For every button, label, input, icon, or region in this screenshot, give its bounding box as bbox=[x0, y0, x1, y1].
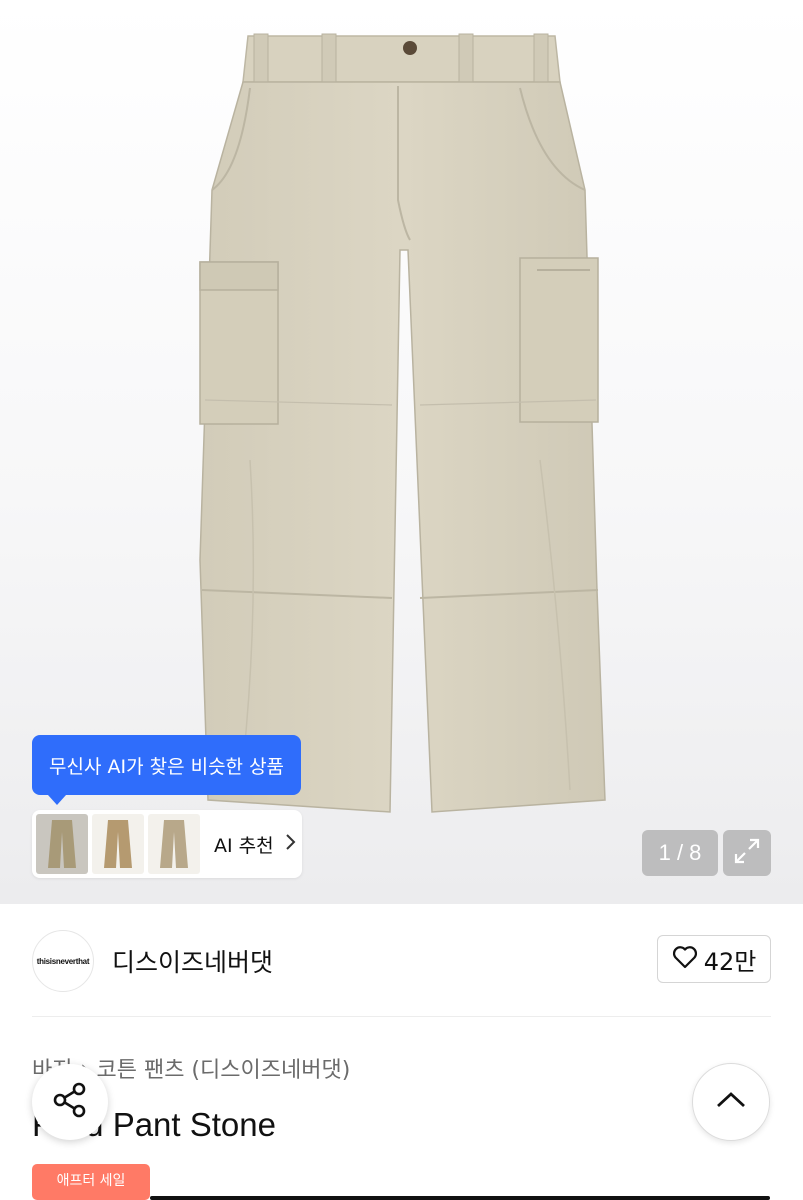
like-button[interactable]: 42만 bbox=[657, 935, 771, 983]
ai-recommend-strip[interactable]: AI 추천 bbox=[32, 810, 302, 878]
divider bbox=[32, 1016, 771, 1017]
image-counter-text: 1 / 8 bbox=[658, 840, 702, 865]
ai-thumbnail[interactable] bbox=[36, 814, 88, 874]
chevron-up-icon bbox=[715, 1090, 747, 1115]
brand-logo[interactable]: thisisneverthat bbox=[32, 930, 94, 992]
ai-recommend-tooltip[interactable]: 무신사 AI가 찾은 비슷한 상품 bbox=[32, 735, 302, 805]
ai-thumbnail[interactable] bbox=[92, 814, 144, 874]
product-image-gallery[interactable]: 무신사 AI가 찾은 비슷한 상품 AI 추천 1 / 8 bbox=[0, 0, 803, 904]
image-counter: 1 / 8 bbox=[642, 830, 718, 876]
expand-button[interactable] bbox=[723, 830, 771, 876]
ai-thumbnail[interactable] bbox=[148, 814, 200, 874]
bottom-bar bbox=[150, 1196, 770, 1200]
discount-badge: 애프터 세일 bbox=[32, 1164, 150, 1200]
heart-icon bbox=[672, 945, 698, 974]
ai-recommend-label[interactable]: AI 추천 bbox=[214, 831, 274, 858]
discount-badge-text: 애프터 세일 bbox=[56, 1173, 126, 1189]
breadcrumb-subcategory[interactable]: 코튼 팬츠 (디스이즈네버댓) bbox=[96, 1052, 350, 1084]
share-button[interactable] bbox=[32, 1064, 108, 1140]
chevron-right-icon bbox=[284, 833, 296, 856]
expand-icon bbox=[733, 837, 761, 870]
like-count: 42만 bbox=[703, 947, 757, 976]
brand-logo-text: thisisneverthat bbox=[36, 956, 90, 966]
brand-row: thisisneverthat 디스이즈네버댓 42만 bbox=[0, 905, 803, 1017]
scroll-top-button[interactable] bbox=[692, 1063, 770, 1141]
share-icon bbox=[50, 1080, 90, 1125]
brand-name[interactable]: 디스이즈네버댓 bbox=[112, 943, 273, 979]
ai-tooltip-text: 무신사 AI가 찾은 비슷한 상품 bbox=[49, 755, 285, 778]
